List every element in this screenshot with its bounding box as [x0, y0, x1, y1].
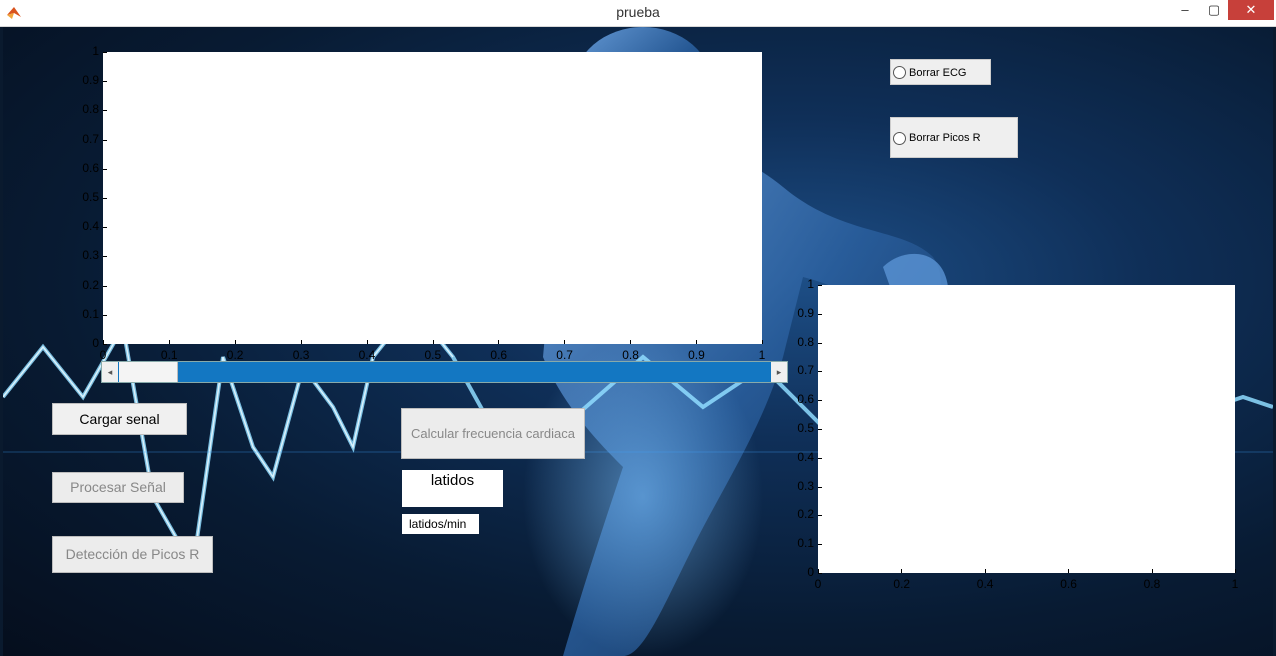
- x-tick-label: 0.6: [490, 348, 508, 362]
- y-tick-mark: [818, 313, 822, 315]
- bottom-plot-area: [818, 285, 1235, 573]
- close-button[interactable]: ✕: [1228, 0, 1274, 20]
- y-tick-mark: [818, 400, 822, 402]
- x-tick-label: 0.2: [226, 348, 244, 362]
- y-tick-label: 0.2: [797, 507, 814, 522]
- y-tick-label: 0.7: [797, 363, 814, 378]
- x-tick-mark: [1068, 569, 1070, 573]
- x-tick-mark: [168, 340, 170, 344]
- y-tick-label: 0: [92, 336, 99, 350]
- x-tick-mark: [984, 569, 986, 573]
- window-title: prueba: [616, 4, 660, 20]
- x-tick-label: 0.9: [688, 348, 705, 362]
- x-tick-label: 0.4: [976, 577, 994, 591]
- cargar-senal-button[interactable]: Cargar senal: [52, 403, 187, 435]
- y-tick-mark: [818, 573, 822, 574]
- y-tick-mark: [103, 52, 107, 53]
- x-tick-mark: [762, 340, 763, 344]
- y-tick-label: 0.7: [82, 131, 99, 146]
- x-tick-label: 0.8: [1143, 577, 1161, 591]
- y-tick-mark: [103, 256, 107, 258]
- x-tick-mark: [1235, 569, 1236, 573]
- borrar-ecg-label: Borrar ECG: [909, 67, 967, 79]
- x-tick-label: 0.3: [292, 348, 310, 362]
- x-tick-mark: [366, 340, 368, 344]
- y-tick-label: 0.8: [797, 334, 814, 349]
- x-tick-label: 0.8: [622, 348, 639, 362]
- x-tick-label: 1: [758, 348, 766, 362]
- y-tick-label: 0.2: [82, 277, 99, 292]
- y-tick-label: 0.3: [82, 248, 99, 263]
- y-tick-mark: [103, 110, 107, 112]
- latidos-output: latidos: [402, 470, 503, 507]
- y-tick-label: 0: [807, 565, 814, 579]
- scroll-thumb[interactable]: [119, 362, 178, 382]
- y-tick-label: 0.1: [82, 306, 99, 321]
- y-tick-mark: [103, 314, 107, 316]
- top-plot-area: [103, 52, 762, 344]
- x-tick-label: 0.6: [1060, 577, 1077, 591]
- x-tick-label: 0: [99, 348, 107, 362]
- y-tick-mark: [103, 198, 107, 199]
- y-tick-mark: [103, 168, 107, 170]
- y-tick-label: 0.9: [82, 73, 99, 88]
- y-tick-label: 0.1: [797, 536, 814, 551]
- x-tick-mark: [300, 340, 302, 344]
- y-tick-mark: [103, 285, 107, 287]
- x-tick-label: 1: [1231, 577, 1239, 591]
- procesar-senal-button[interactable]: Procesar Señal: [52, 472, 184, 503]
- x-tick-mark: [696, 340, 698, 344]
- borrar-picos-label: Borrar Picos R: [909, 132, 981, 144]
- maximize-button[interactable]: ▢: [1199, 0, 1229, 20]
- y-tick-label: 0.8: [82, 102, 99, 117]
- y-tick-mark: [818, 515, 822, 517]
- y-tick-mark: [818, 486, 822, 488]
- radio-circle-icon: [893, 132, 906, 145]
- signal-scrollbar[interactable]: ◂ ▸: [101, 361, 788, 383]
- calcular-frecuencia-button[interactable]: Calcular frecuencia cardiaca: [401, 408, 585, 459]
- y-tick-label: 0.4: [82, 219, 99, 234]
- x-tick-label: 0.2: [893, 577, 911, 591]
- x-tick-mark: [630, 340, 632, 344]
- y-tick-mark: [818, 544, 822, 546]
- x-tick-mark: [234, 340, 236, 344]
- latidos-unit-label: latidos/min: [402, 514, 479, 534]
- scroll-right-arrow-icon[interactable]: ▸: [771, 362, 787, 382]
- y-tick-label: 0.5: [797, 421, 814, 435]
- minimize-button[interactable]: –: [1170, 0, 1200, 20]
- borrar-ecg-radio[interactable]: Borrar ECG: [890, 59, 991, 85]
- borrar-picos-radio[interactable]: Borrar Picos R: [890, 117, 1018, 158]
- scroll-left-arrow-icon[interactable]: ◂: [102, 362, 118, 382]
- y-tick-label: 0.5: [82, 190, 99, 204]
- y-tick-label: 0.3: [797, 478, 814, 493]
- y-tick-mark: [103, 139, 107, 141]
- x-tick-mark: [498, 340, 500, 344]
- y-tick-label: 1: [92, 44, 99, 58]
- title-bar: prueba – ▢ ✕: [0, 0, 1276, 27]
- x-tick-mark: [432, 340, 434, 344]
- radio-circle-icon: [893, 66, 906, 79]
- x-tick-label: 0.1: [160, 348, 178, 362]
- x-tick-label: 0.4: [358, 348, 376, 362]
- x-tick-mark: [901, 569, 903, 573]
- y-tick-label: 1: [807, 277, 814, 291]
- x-tick-label: 0.7: [556, 348, 573, 362]
- y-tick-mark: [818, 342, 822, 344]
- deteccion-picos-button[interactable]: Detección de Picos R: [52, 536, 213, 573]
- y-tick-label: 0.4: [797, 449, 814, 464]
- y-tick-label: 0.9: [797, 305, 814, 320]
- y-tick-mark: [103, 344, 107, 345]
- y-tick-label: 0.6: [82, 160, 99, 175]
- x-tick-mark: [564, 340, 566, 344]
- x-tick-label: 0: [814, 577, 822, 591]
- y-tick-label: 0.6: [797, 392, 814, 407]
- x-tick-mark: [1151, 569, 1153, 573]
- y-tick-mark: [103, 81, 107, 83]
- y-tick-mark: [818, 429, 822, 430]
- y-tick-mark: [818, 371, 822, 373]
- x-tick-label: 0.5: [424, 348, 442, 362]
- y-tick-mark: [818, 457, 822, 459]
- y-tick-mark: [818, 285, 822, 286]
- y-tick-mark: [103, 227, 107, 229]
